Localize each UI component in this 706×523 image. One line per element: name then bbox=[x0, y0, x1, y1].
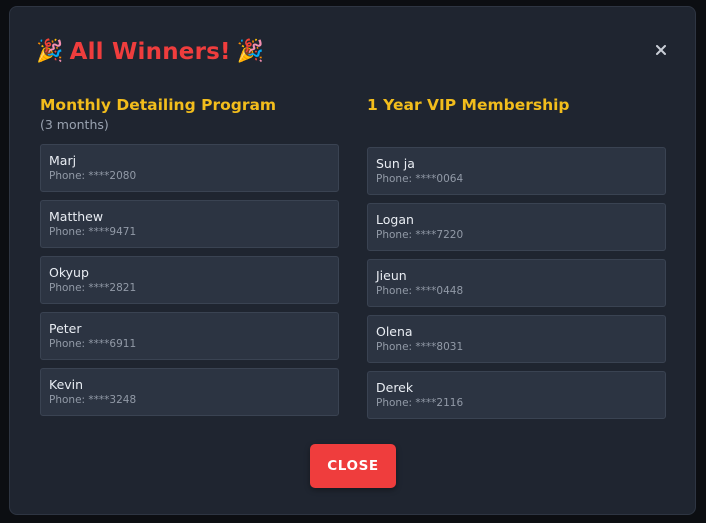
winner-card: Olena Phone: ****8031 bbox=[367, 315, 666, 363]
winner-card: Derek Phone: ****2116 bbox=[367, 371, 666, 419]
close-icon-button[interactable] bbox=[650, 39, 672, 61]
close-icon bbox=[656, 45, 666, 55]
winner-phone: Phone: ****3248 bbox=[49, 394, 137, 406]
winner-phone: Phone: ****6911 bbox=[49, 338, 137, 350]
prize-column-monthly-detailing: Monthly Detailing Program (3 months) Mar… bbox=[40, 95, 339, 416]
winner-phone: Phone: ****8031 bbox=[376, 341, 464, 353]
winner-card: Sun ja Phone: ****0064 bbox=[367, 147, 666, 195]
winner-name: Derek bbox=[376, 380, 414, 395]
prize-title: 1 Year VIP Membership bbox=[367, 96, 570, 114]
winner-card: Jieun Phone: ****0448 bbox=[367, 259, 666, 307]
winner-list: Marj Phone: ****2080 Matthew Phone: ****… bbox=[40, 144, 339, 424]
winner-name: Jieun bbox=[376, 268, 407, 283]
winner-card: Logan Phone: ****7220 bbox=[367, 203, 666, 251]
modal-title-text: All Winners! bbox=[69, 39, 231, 65]
winner-card: Marj Phone: ****2080 bbox=[40, 144, 339, 192]
winners-modal: 🎉 All Winners! 🎉 Monthly Detailing Progr… bbox=[9, 6, 696, 515]
prize-subtitle: (3 months) bbox=[40, 117, 109, 132]
winner-name: Peter bbox=[49, 321, 82, 336]
winner-phone: Phone: ****7220 bbox=[376, 229, 464, 241]
winner-phone: Phone: ****0448 bbox=[376, 285, 464, 297]
winner-phone: Phone: ****9471 bbox=[49, 226, 137, 238]
winner-card: Okyup Phone: ****2821 bbox=[40, 256, 339, 304]
prize-title: Monthly Detailing Program bbox=[40, 96, 277, 114]
winner-list: Sun ja Phone: ****0064 Logan Phone: ****… bbox=[367, 147, 666, 427]
winner-name: Logan bbox=[376, 212, 414, 227]
winner-phone: Phone: ****2080 bbox=[49, 170, 137, 182]
winner-name: Kevin bbox=[49, 377, 84, 392]
winner-name: Marj bbox=[49, 153, 77, 168]
winner-name: Olena bbox=[376, 324, 413, 339]
winner-card: Matthew Phone: ****9471 bbox=[40, 200, 339, 248]
party-popper-icon: 🎉 bbox=[36, 39, 64, 64]
winner-phone: Phone: ****2821 bbox=[49, 282, 137, 294]
winner-name: Okyup bbox=[49, 265, 89, 280]
winner-name: Sun ja bbox=[376, 156, 415, 171]
party-popper-icon: 🎉 bbox=[236, 39, 265, 64]
winner-phone: Phone: ****2116 bbox=[376, 397, 464, 409]
prize-column-vip-membership: 1 Year VIP Membership Sun ja Phone: ****… bbox=[367, 95, 666, 419]
close-button[interactable]: CLOSE bbox=[310, 444, 396, 488]
winner-card: Kevin Phone: ****3248 bbox=[40, 368, 339, 416]
winner-name: Matthew bbox=[49, 209, 104, 224]
winner-phone: Phone: ****0064 bbox=[376, 173, 464, 185]
modal-title: 🎉 All Winners! 🎉 bbox=[36, 35, 264, 69]
winner-card: Peter Phone: ****6911 bbox=[40, 312, 339, 360]
